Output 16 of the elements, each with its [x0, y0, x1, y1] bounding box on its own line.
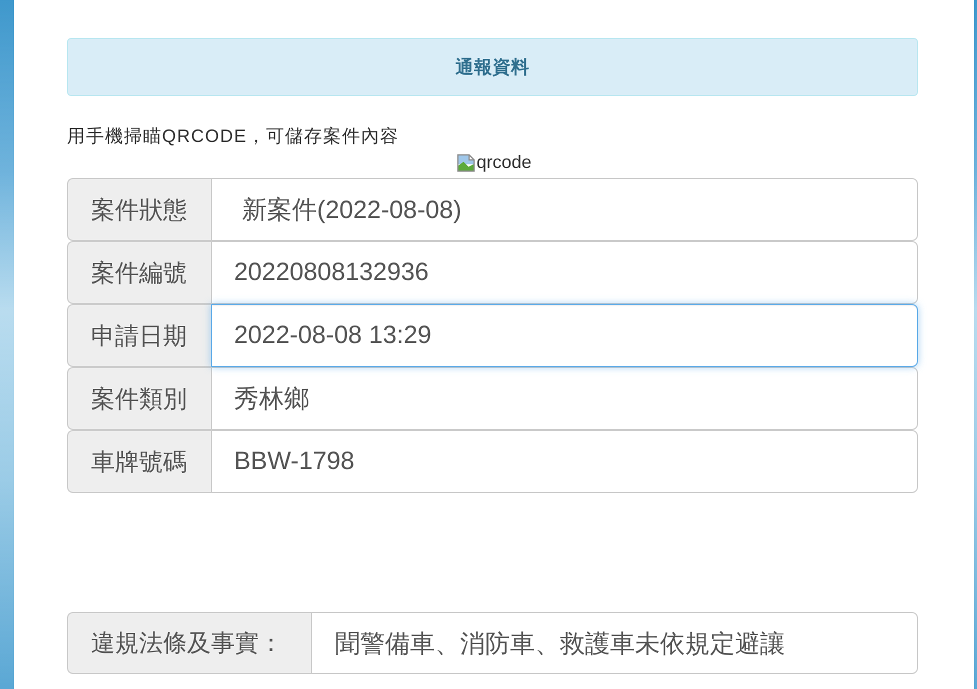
section-heading: 通報資料	[67, 38, 918, 96]
input-field[interactable]: 新案件(2022-08-08)	[211, 178, 918, 241]
field-label: 車牌號碼	[67, 430, 211, 493]
qr-hint-text: 用手機掃瞄QRCODE，可儲存案件內容	[67, 125, 400, 147]
input-field[interactable]: 聞警備車、消防車、救護車未依規定避讓	[311, 612, 918, 674]
broken-image-icon	[456, 152, 476, 172]
input-field[interactable]: 2022-08-08 13:29	[211, 304, 918, 367]
field-label: 案件狀態	[67, 178, 211, 241]
field-label: 案件編號	[67, 241, 211, 304]
input-field[interactable]: BBW-1798	[211, 430, 918, 493]
field-label: 案件類別	[67, 367, 211, 430]
field-label: 申請日期	[67, 304, 211, 367]
field-label: 違規法條及事實：	[67, 612, 311, 674]
input-field[interactable]: 20220808132936	[211, 241, 918, 304]
input-field[interactable]: 秀林鄉	[211, 367, 918, 430]
image-alt-text: qrcode	[476, 151, 532, 174]
